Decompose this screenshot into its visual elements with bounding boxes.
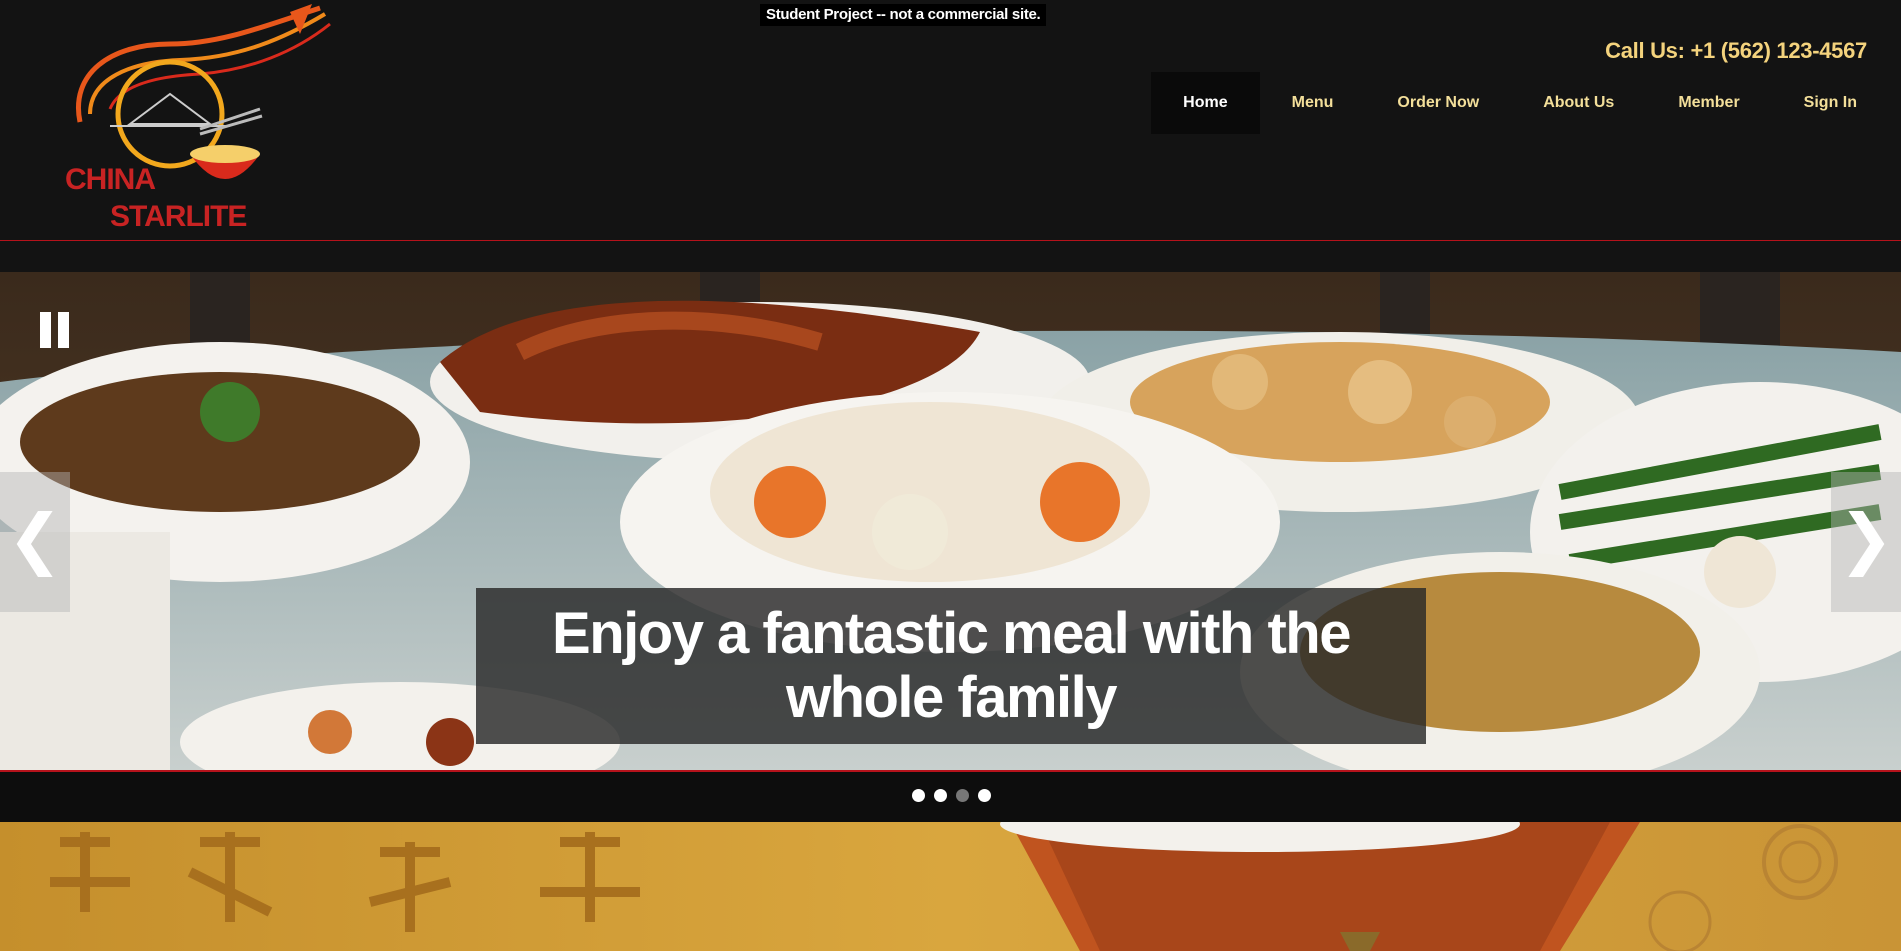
- nav-item-member[interactable]: Member: [1646, 72, 1771, 134]
- header-spacer: [0, 242, 1901, 272]
- pause-bar-left: [40, 312, 51, 348]
- logo-text-starlite: STARLITE: [110, 200, 246, 233]
- student-project-notice: Student Project -- not a commercial site…: [760, 4, 1047, 26]
- slider-dot-4[interactable]: [978, 789, 991, 802]
- call-us-phone[interactable]: Call Us: +1 (562) 123-4567: [1605, 38, 1867, 64]
- site-header: CHINA STARLITE Call Us: +1 (562) 123-456…: [0, 0, 1901, 241]
- nav-item-home[interactable]: Home: [1151, 72, 1260, 134]
- nav-item-about-us[interactable]: About Us: [1511, 72, 1646, 134]
- nav-item-order-now[interactable]: Order Now: [1365, 72, 1511, 134]
- slider-next-button[interactable]: ❯: [1831, 472, 1901, 612]
- decorative-background-band: [0, 822, 1901, 951]
- slider-pagination-bar: [0, 772, 1901, 822]
- nav-item-sign-in[interactable]: Sign In: [1772, 72, 1889, 134]
- slider-dot-1[interactable]: [912, 789, 925, 802]
- hero-slider: ❮ ❯ Enjoy a fantastic meal with the whol…: [0, 272, 1901, 772]
- logo-graphic: CHINA STARLITE: [65, 4, 331, 233]
- china-starlite-logo[interactable]: CHINA STARLITE: [50, 4, 340, 234]
- slide-caption-line2: whole family: [785, 665, 1118, 730]
- slider-dot-3[interactable]: [956, 789, 969, 802]
- slider-prev-button[interactable]: ❮: [0, 472, 70, 612]
- slider-dot-2[interactable]: [934, 789, 947, 802]
- slide-caption: Enjoy a fantastic meal with the whole fa…: [476, 588, 1426, 744]
- slider-dots: [912, 789, 991, 802]
- pause-bar-right: [58, 312, 69, 348]
- calligraphy-pattern-image: [0, 822, 1901, 951]
- pause-button[interactable]: [36, 312, 72, 352]
- slide-caption-line1: Enjoy a fantastic meal with the: [552, 601, 1351, 666]
- logo-text-china: CHINA: [65, 163, 155, 196]
- nav-item-menu[interactable]: Menu: [1260, 72, 1366, 134]
- main-nav: Home Menu Order Now About Us Member Sign…: [1151, 72, 1889, 134]
